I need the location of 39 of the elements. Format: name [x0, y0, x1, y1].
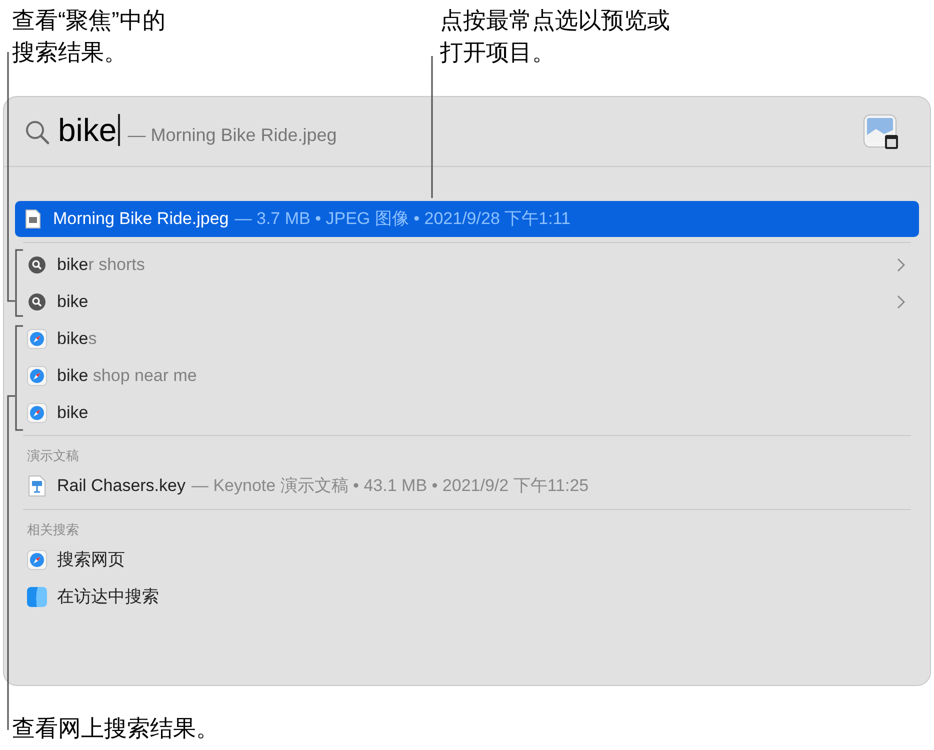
chevron-right-icon: [897, 294, 905, 308]
result-row[interactable]: bike: [15, 394, 919, 431]
callout-text: 查看网上搜索结果。: [12, 714, 219, 743]
result-row[interactable]: bikes: [15, 320, 919, 357]
result-row[interactable]: bike: [15, 283, 919, 320]
result-title: Rail Chasers.key: [57, 475, 186, 498]
file-details: — 3.7 MB • JPEG 图像 • 2021/9/28 下午1:11: [234, 208, 570, 230]
compass-icon: [27, 402, 47, 422]
suggestion-text: bike: [57, 290, 90, 313]
compass-icon: [27, 366, 47, 386]
callout-text: 查看“聚焦”中的 搜索结果。: [12, 6, 166, 67]
result-row[interactable]: biker shorts: [15, 246, 919, 283]
suggestion-text: bike: [57, 402, 90, 424]
image-file-icon: [25, 209, 41, 229]
result-row[interactable]: Rail Chasers.key — Keynote 演示文稿 • 43.1 MB • 2021/9/2 下午11:25: [15, 468, 919, 504]
callout-text: 点按最常点选以预览或 打开项目。: [440, 6, 670, 67]
search-icon: [28, 256, 46, 274]
suggestion-text: bike shop near me: [57, 364, 198, 387]
result-row[interactable]: 搜索网页: [15, 541, 919, 578]
result-details: — Keynote 演示文稿 • 43.1 MB • 2021/9/2 下午11:25: [192, 475, 589, 498]
compass-icon: [27, 328, 47, 348]
result-row[interactable]: 在访达中搜索: [15, 578, 919, 615]
result-title: 搜索网页: [57, 548, 125, 571]
result-row[interactable]: bike shop near me: [15, 357, 919, 394]
file-name: Morning Bike Ride.jpeg: [53, 208, 229, 230]
section-header: 演示文稿: [26, 447, 80, 465]
search-icon: [28, 292, 46, 310]
suggestion-text: biker shorts: [57, 254, 146, 276]
search-field[interactable]: bike — Morning Bike Ride.jpeg: [58, 114, 337, 149]
result-title: 在访达中搜索: [57, 586, 159, 608]
compass-icon: [27, 550, 47, 570]
search-icon: [24, 118, 50, 144]
section-header: 相关搜索: [26, 520, 80, 538]
image-viewer-app-icon[interactable]: [862, 112, 900, 150]
chevron-right-icon: [897, 258, 905, 272]
suggestion-text: bikes: [57, 328, 98, 350]
app-icon: [27, 586, 47, 606]
presentation-file-icon: [28, 475, 46, 497]
top-hit-row[interactable]: Morning Bike Ride.jpeg — 3.7 MB • JPEG 图像 • 2021/9/28 下午1:11: [15, 201, 919, 237]
